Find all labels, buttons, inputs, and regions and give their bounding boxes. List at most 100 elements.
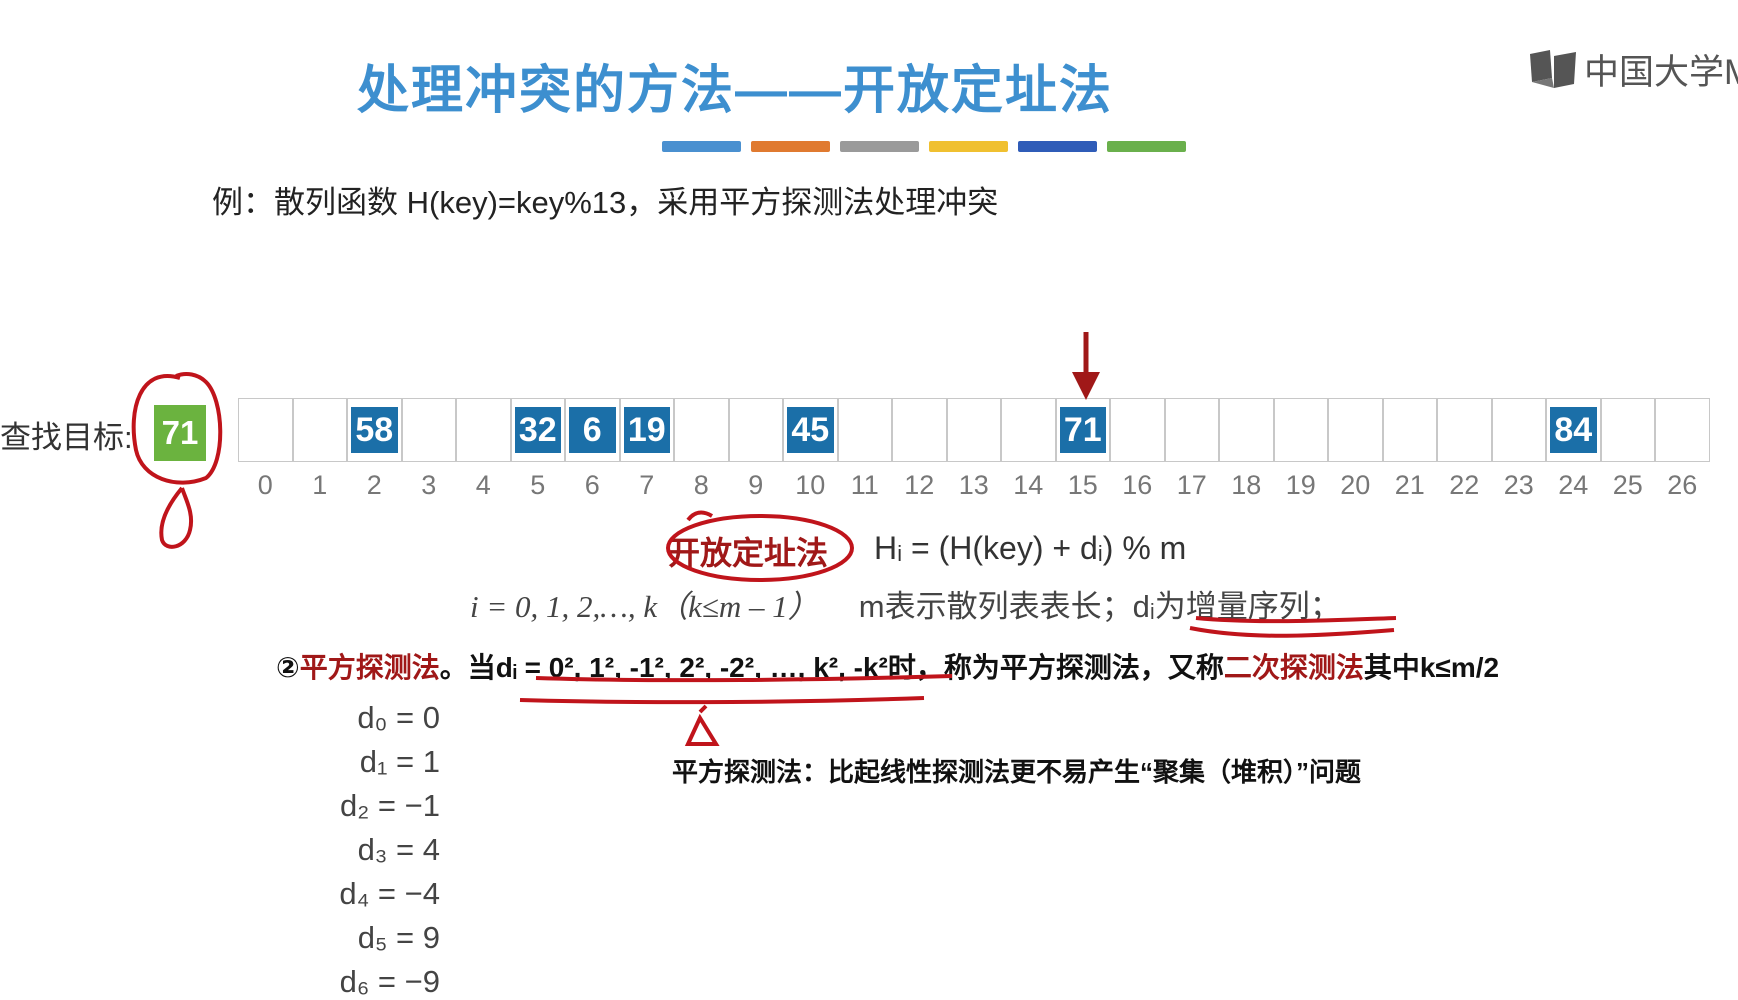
hash-cell-value: 32: [514, 407, 561, 453]
hash-cell: [1437, 398, 1492, 462]
hash-index-label: 5: [530, 470, 546, 500]
d-description: dᵢ为增量序列；: [1132, 589, 1341, 624]
hash-cell: [1600, 398, 1655, 462]
formula-params: i = 0, 1, 2,…, k（k≤m – 1） m表示散列表表长；dᵢ为增量序…: [470, 581, 1341, 626]
hash-cell: 19: [619, 398, 674, 462]
d-sequence-item: d₂ = −1: [340, 788, 440, 823]
alt-method-name: 二次探测法: [1223, 652, 1364, 683]
hash-index-label: 20: [1340, 470, 1371, 500]
search-target-label: 查找目标:: [0, 420, 133, 455]
hash-cell: [892, 398, 947, 462]
hash-index-label: 9: [748, 470, 764, 500]
hash-index-label: 15: [1067, 470, 1098, 500]
m-description: m表示散列表表长；: [858, 589, 1133, 624]
hash-cell: 71: [1055, 398, 1110, 462]
hash-index-label: 14: [1013, 470, 1044, 500]
d-sequence-item: d₄ = −4: [339, 876, 440, 911]
hash-cell: 45: [783, 398, 838, 462]
hash-cell-value: 58: [351, 407, 398, 453]
circled-number: ②: [276, 652, 300, 683]
alt-name-underline: [1189, 626, 1395, 638]
color-bar: [840, 141, 919, 152]
when-text: 。当: [439, 652, 496, 683]
hash-cell: [1164, 398, 1219, 462]
hash-cell: [238, 398, 293, 462]
hash-index-label: 2: [366, 470, 382, 500]
color-bar: [662, 141, 741, 152]
color-bar: [751, 141, 830, 152]
color-bar: [1018, 141, 1097, 152]
triangle-mark: [684, 704, 720, 746]
page-title: 处理冲突的方法——开放定址法: [356, 62, 1113, 120]
hash-index-label: 16: [1122, 470, 1153, 500]
hash-index-label: 21: [1394, 470, 1425, 500]
hash-index-label: 17: [1176, 470, 1207, 500]
hash-cell: [1491, 398, 1546, 462]
hash-index-label: 19: [1285, 470, 1316, 500]
hash-cell: [1655, 398, 1710, 462]
increment-sequence: dᵢ = 0², 1², -1², 2², -2², …, k², -k²: [495, 652, 888, 683]
formula-equation: Hᵢ = (H(key) + dᵢ) % m: [874, 530, 1187, 566]
hash-index-label: 6: [584, 470, 600, 500]
logo-text: 中国大学M: [1584, 53, 1738, 92]
example-text: 例：散列函数 H(key)=key%13，采用平方探测法处理冲突: [212, 185, 999, 220]
hash-index-label: 11: [850, 470, 879, 500]
color-bar: [929, 141, 1008, 152]
d-sequence-item: d₁ = 1: [359, 744, 440, 779]
hash-cell-value: 84: [1550, 407, 1597, 453]
formula-label-tick: [686, 510, 714, 522]
quadratic-probing-definition: ②平方探测法。当dᵢ = 0², 1², -1², 2², -2², …, k²…: [276, 646, 1499, 686]
hash-cell: [946, 398, 1001, 462]
book-logo-icon: [1530, 49, 1576, 88]
pointer-arrow-icon: [1072, 332, 1100, 400]
hash-cell: 32: [510, 398, 565, 462]
hash-index-label: 24: [1558, 470, 1589, 500]
logo: 中国大学M: [1528, 44, 1738, 95]
title-color-bars: [662, 141, 1186, 152]
hash-cell-value: 45: [787, 407, 834, 453]
d-sequence-item: d₅ = 9: [357, 920, 440, 955]
hash-index-label: 26: [1667, 470, 1698, 500]
hash-index-label: 12: [904, 470, 935, 500]
hash-index-label: 0: [257, 470, 273, 500]
d-sequence-item: d₃ = 4: [357, 832, 440, 867]
hash-cell-value: 19: [623, 407, 670, 453]
hash-index-label: 4: [475, 470, 491, 500]
index-range: i = 0, 1, 2,…, k（k≤m – 1）: [470, 589, 819, 624]
d-sequence-item: d₀ = 0: [357, 700, 440, 735]
formula-label: 开放定址法: [668, 535, 829, 571]
hash-cell: 58: [347, 398, 402, 462]
hash-index-label: 23: [1503, 470, 1534, 500]
hash-cell: [456, 398, 511, 462]
note-text: 平方探测法：比起线性探测法更不易产生“聚集（堆积）”问题: [672, 757, 1362, 787]
hash-cell: 6: [565, 398, 620, 462]
hash-cell: [1001, 398, 1056, 462]
hash-index-label: 10: [795, 470, 826, 500]
hash-index-label: 22: [1449, 470, 1480, 500]
hash-cell-value: 71: [1059, 407, 1106, 453]
constraint-text: 其中k≤m/2: [1363, 652, 1500, 683]
hash-cell: [1328, 398, 1383, 462]
method-name: 平方探测法: [299, 652, 440, 683]
hash-index-label: 3: [421, 470, 437, 500]
d-sequence-item: d₆ = −9: [339, 964, 440, 999]
hash-cell-value: 6: [569, 407, 616, 453]
hash-index-label: 18: [1231, 470, 1262, 500]
sequence-underline-2: [519, 696, 925, 705]
hash-cell: [1273, 398, 1328, 462]
hash-cell: [1382, 398, 1437, 462]
hash-cell: [1110, 398, 1165, 462]
hash-cell: [1219, 398, 1274, 462]
hash-cell: [837, 398, 892, 462]
hash-cell: [401, 398, 456, 462]
hash-index-label: 25: [1612, 470, 1643, 500]
hash-table: 0 1 58 2 3 4 32 5 6 6 19 7 8 9 45 10 11 12 13 14 71 15 16 17 18 1…: [238, 398, 1710, 500]
hash-index-label: 1: [312, 470, 328, 500]
hash-cell: 84: [1546, 398, 1601, 462]
hash-cell: [728, 398, 783, 462]
target-tail-mark: [159, 486, 193, 549]
color-bar: [1107, 141, 1186, 152]
hash-cell: [674, 398, 729, 462]
search-target-value: 71: [154, 405, 206, 461]
hash-index-label: 13: [958, 470, 989, 500]
